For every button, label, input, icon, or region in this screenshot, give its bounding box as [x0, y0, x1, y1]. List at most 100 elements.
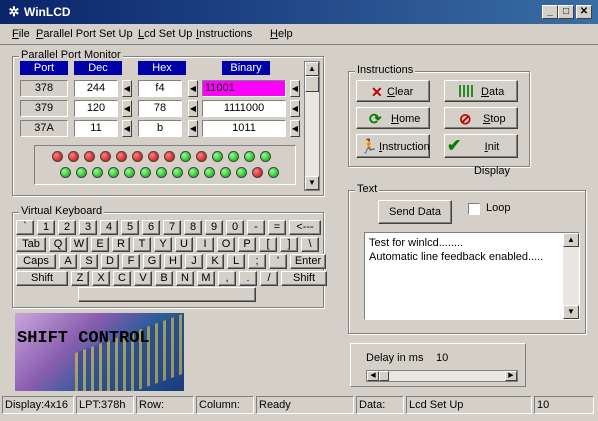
close-button[interactable]: ✕	[576, 5, 592, 19]
key[interactable]: J	[185, 254, 203, 269]
key[interactable]: U	[175, 237, 193, 252]
dec-left-arrow[interactable]: ◀	[122, 120, 132, 137]
hex-cell[interactable]: 78	[138, 100, 182, 117]
key[interactable]: F	[122, 254, 140, 269]
slider-right-arrow[interactable]: ▶	[505, 371, 517, 381]
key[interactable]: [	[259, 237, 277, 252]
key[interactable]: Shift	[16, 271, 68, 286]
menu-file[interactable]: File	[12, 28, 30, 40]
key[interactable]: Y	[154, 237, 172, 252]
dec-cell[interactable]: 120	[74, 100, 118, 117]
menu-help[interactable]: Help	[270, 28, 293, 40]
hex-left-arrow[interactable]: ◀	[188, 80, 198, 97]
instruction-button[interactable]: 🏃 Instruction	[356, 134, 430, 158]
key[interactable]: 8	[184, 220, 202, 235]
key[interactable]: L	[227, 254, 245, 269]
key[interactable]: \	[301, 237, 319, 252]
key[interactable]: 9	[205, 220, 223, 235]
data-button[interactable]: Data	[444, 80, 518, 102]
key[interactable]: P	[238, 237, 256, 252]
key[interactable]: 4	[100, 220, 118, 235]
key[interactable]: M	[197, 271, 215, 286]
key[interactable]: T	[133, 237, 151, 252]
key[interactable]: /	[260, 271, 278, 286]
key[interactable]: S	[80, 254, 98, 269]
key[interactable]: O	[217, 237, 235, 252]
key[interactable]: X	[92, 271, 110, 286]
key[interactable]: `	[16, 220, 34, 235]
key[interactable]: D	[101, 254, 119, 269]
clear-button[interactable]: ✕ Clear	[356, 80, 430, 102]
key[interactable]: Z	[71, 271, 89, 286]
hex-left-arrow[interactable]: ◀	[188, 100, 198, 117]
hex-cell[interactable]: f4	[138, 80, 182, 97]
key[interactable]: K	[206, 254, 224, 269]
hex-cell[interactable]: b	[138, 120, 182, 137]
send-data-button[interactable]: Send Data	[378, 200, 452, 224]
text-area[interactable]: Test for winlcd........ Automatic line f…	[364, 232, 580, 320]
dec-left-arrow[interactable]: ◀	[122, 80, 132, 97]
key[interactable]: R	[112, 237, 130, 252]
delay-slider[interactable]: ◀ ▶	[366, 370, 518, 382]
binary-left-arrow[interactable]: ◀	[290, 80, 300, 97]
key[interactable]: Shift	[281, 271, 327, 286]
dec-cell[interactable]: 11	[74, 120, 118, 137]
key[interactable]: Q	[49, 237, 67, 252]
slider-left-arrow[interactable]: ◀	[367, 371, 379, 381]
text-scrollbar[interactable]: ▲ ▼	[563, 233, 579, 319]
key[interactable]: 7	[163, 220, 181, 235]
scroll-up-arrow[interactable]: ▲	[305, 62, 319, 76]
maximize-button[interactable]: □	[558, 5, 574, 19]
key[interactable]: ;	[248, 254, 266, 269]
key[interactable]: V	[134, 271, 152, 286]
binary-left-arrow[interactable]: ◀	[290, 100, 300, 117]
key[interactable]: ]	[280, 237, 298, 252]
hex-left-arrow[interactable]: ◀	[188, 120, 198, 137]
home-button[interactable]: ⟳ Home	[356, 107, 430, 129]
key[interactable]: .	[239, 271, 257, 286]
binary-cell[interactable]: 1111000	[202, 100, 286, 117]
key[interactable]: -	[247, 220, 265, 235]
key[interactable]: E	[91, 237, 109, 252]
slider-thumb[interactable]	[379, 371, 389, 381]
dec-cell[interactable]: 244	[74, 80, 118, 97]
key[interactable]: 3	[79, 220, 97, 235]
init-display-button[interactable]: ✔ Init Display	[444, 134, 518, 177]
binary-cell[interactable]: 11001	[202, 80, 286, 97]
scroll-down-arrow[interactable]: ▼	[563, 305, 579, 319]
key[interactable]: '	[269, 254, 287, 269]
menu-instructions[interactable]: Instructions	[196, 28, 252, 40]
key[interactable]: W	[70, 237, 88, 252]
key[interactable]: A	[59, 254, 77, 269]
key[interactable]: 1	[37, 220, 55, 235]
key[interactable]: ,	[218, 271, 236, 286]
key[interactable]: C	[113, 271, 131, 286]
menu-parallel-port-setup[interactable]: Parallel Port Set Up	[36, 28, 133, 40]
key[interactable]: 6	[142, 220, 160, 235]
key[interactable]: G	[143, 254, 161, 269]
key[interactable]: 2	[58, 220, 76, 235]
scroll-down-arrow[interactable]: ▼	[305, 176, 319, 190]
monitor-scrollbar[interactable]: ▲ ▼	[304, 61, 320, 191]
key[interactable]: 5	[121, 220, 139, 235]
minimize-button[interactable]: _	[542, 5, 558, 19]
key[interactable]: 0	[226, 220, 244, 235]
scroll-thumb[interactable]	[305, 76, 319, 92]
key[interactable]: N	[176, 271, 194, 286]
key-space[interactable]	[78, 287, 256, 302]
loop-checkbox[interactable]	[468, 203, 480, 215]
key[interactable]: Caps	[16, 254, 56, 269]
key[interactable]: I	[196, 237, 214, 252]
binary-left-arrow[interactable]: ◀	[290, 120, 300, 137]
key[interactable]: Enter	[290, 254, 326, 269]
binary-cell[interactable]: 1011	[202, 120, 286, 137]
key[interactable]: =	[268, 220, 286, 235]
menu-lcd-setup[interactable]: Lcd Set Up	[138, 28, 192, 40]
key[interactable]: Tab	[16, 237, 46, 252]
scroll-up-arrow[interactable]: ▲	[563, 233, 579, 247]
stop-button[interactable]: ⊘ Stop	[444, 107, 518, 129]
key[interactable]: B	[155, 271, 173, 286]
key[interactable]: <---	[289, 220, 321, 235]
key[interactable]: H	[164, 254, 182, 269]
dec-left-arrow[interactable]: ◀	[122, 100, 132, 117]
